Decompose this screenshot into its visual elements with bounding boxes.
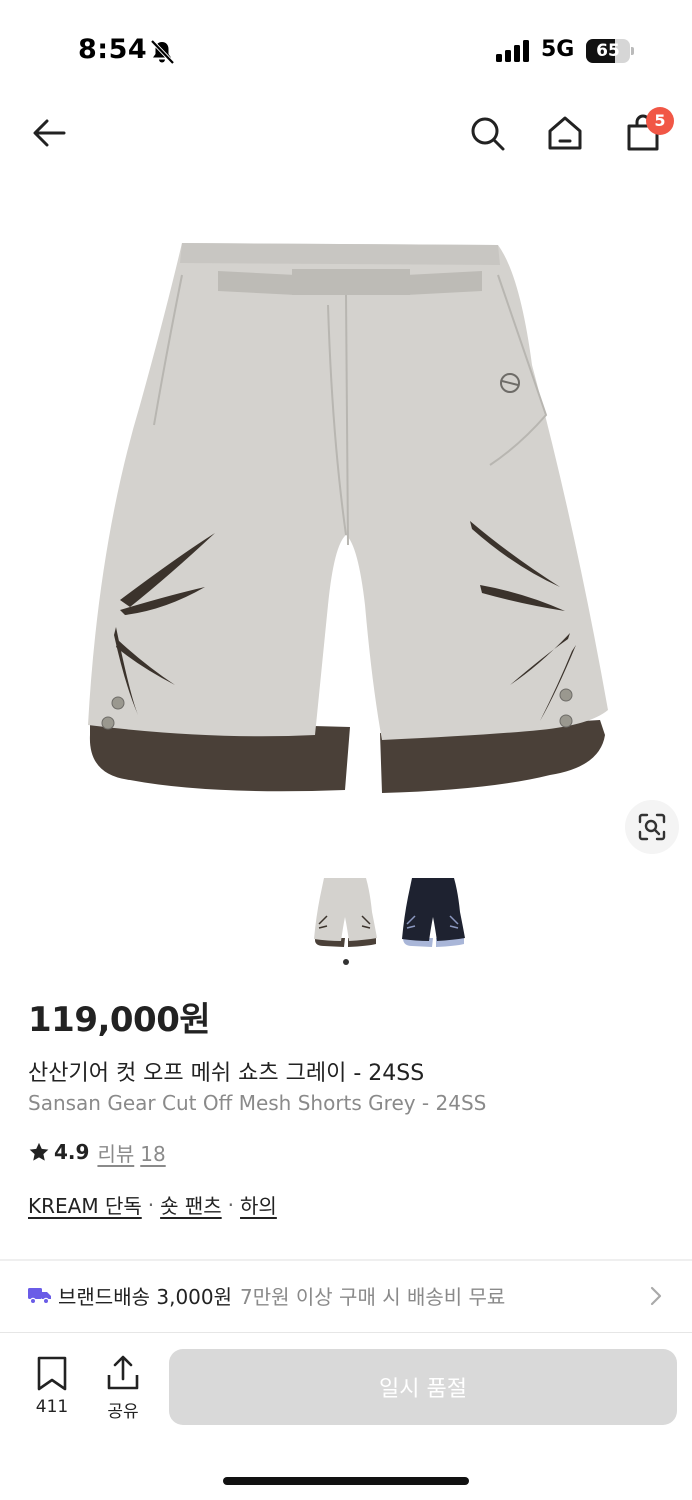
- tag-bottoms[interactable]: 하의: [240, 1190, 277, 1219]
- image-search-icon: [638, 813, 666, 841]
- thumbnail-grey-shorts[interactable]: [310, 872, 380, 950]
- home-indicator: [223, 1477, 469, 1485]
- status-bar: 8:54 5G 65: [0, 0, 692, 100]
- gallery-page-indicator: [343, 959, 349, 965]
- network-type: 5G: [541, 37, 575, 62]
- home-icon: [548, 116, 582, 150]
- tag-short-pants[interactable]: 숏 팬츠: [160, 1190, 222, 1219]
- category-tags: KREAM 단독 · 숏 팬츠 · 하의: [28, 1190, 277, 1219]
- review-label: 리뷰: [97, 1141, 135, 1166]
- cart-count-badge: 5: [646, 107, 674, 135]
- battery-level: 65: [596, 41, 620, 61]
- search-icon: [471, 117, 505, 151]
- bookmark-count: 411: [35, 1397, 69, 1417]
- cellular-signal-icon: [496, 40, 529, 62]
- chevron-right-icon: [650, 1286, 662, 1306]
- bottom-action-bar: 411 공유 일시 품절: [0, 1333, 692, 1443]
- home-button[interactable]: [542, 110, 588, 156]
- product-price: 119,000원: [28, 1000, 211, 1040]
- review-link[interactable]: 리뷰 18: [97, 1138, 165, 1167]
- star-icon: [29, 1142, 49, 1161]
- top-nav: [0, 100, 692, 166]
- tag-kream-exclusive[interactable]: KREAM 단독: [28, 1190, 142, 1219]
- rating-value: 4.9: [54, 1140, 90, 1164]
- arrow-left-icon: [33, 119, 66, 147]
- bell-slash-icon: [150, 39, 175, 65]
- share-button[interactable]: 공유: [93, 1355, 153, 1425]
- thumbnail-black-shorts[interactable]: [398, 872, 468, 950]
- battery-icon: 65: [586, 39, 634, 63]
- review-count: 18: [140, 1141, 166, 1166]
- shipping-label: 브랜드배송 3,000원: [58, 1284, 233, 1309]
- tag-separator: ·: [227, 1192, 235, 1217]
- share-label: 공유: [107, 1402, 139, 1422]
- product-image[interactable]: [70, 215, 625, 815]
- bookmark-button[interactable]: 411: [22, 1355, 82, 1425]
- shipping-info-row[interactable]: 브랜드배송 3,000원 7만원 이상 구매 시 배송비 무료: [0, 1262, 692, 1328]
- product-name-ko: 산산기어 컷 오프 메쉬 쇼츠 그레이 - 24SS: [28, 1061, 425, 1086]
- search-button[interactable]: [464, 110, 510, 156]
- bookmark-icon: [37, 1356, 67, 1391]
- product-name-en: Sansan Gear Cut Off Mesh Shorts Grey - 2…: [28, 1091, 487, 1115]
- shipping-detail: 7만원 이상 구매 시 배송비 무료: [240, 1284, 506, 1309]
- sold-out-button[interactable]: 일시 품절: [169, 1349, 677, 1425]
- rating-row: 4.9 리뷰 18: [28, 1138, 166, 1166]
- section-divider: [0, 1259, 692, 1261]
- back-button[interactable]: [26, 110, 72, 156]
- share-icon: [107, 1355, 139, 1390]
- tag-separator: ·: [147, 1192, 155, 1217]
- truck-icon: [28, 1288, 51, 1305]
- status-time: 8:54: [78, 34, 148, 65]
- image-search-button[interactable]: [625, 800, 679, 854]
- thumbnail-strip: [310, 872, 480, 952]
